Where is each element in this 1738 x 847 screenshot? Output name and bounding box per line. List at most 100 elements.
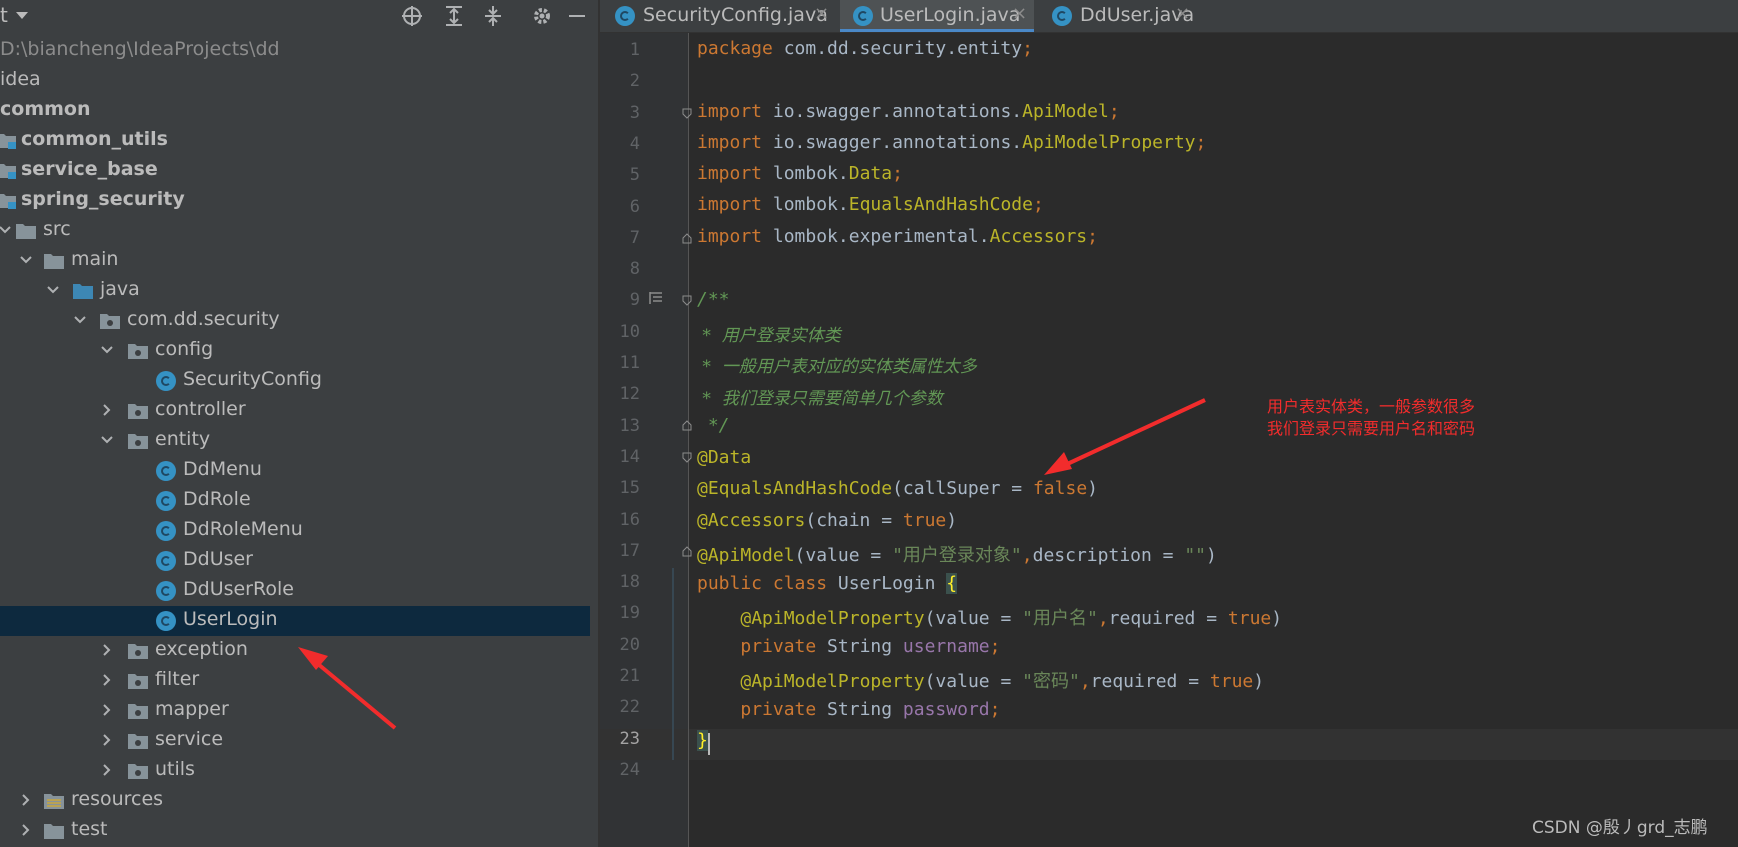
tree-item-common[interactable]: common xyxy=(0,96,598,126)
editor-gutter[interactable] xyxy=(600,33,688,847)
locate-icon[interactable] xyxy=(400,4,424,28)
code-editor[interactable] xyxy=(689,33,1738,847)
tree-item-mapper[interactable]: mapper xyxy=(0,696,598,726)
tree-item-controller[interactable]: controller xyxy=(0,396,598,426)
tree-item-resources[interactable]: resources xyxy=(0,786,598,816)
close-icon[interactable]: × xyxy=(1175,3,1190,24)
chevron-right-icon[interactable] xyxy=(100,703,114,717)
project-panel: t D:\biancheng\IdeaProjects\dd idea common… xyxy=(0,0,598,847)
tree-item-securityconfig[interactable]: SecurityConfig xyxy=(0,366,598,396)
collapse-all-icon[interactable] xyxy=(481,4,505,28)
tree-item-dduserrole[interactable]: DdUserRole xyxy=(0,576,598,606)
code-line-20: private String username; xyxy=(740,636,1001,657)
line-number: 4 xyxy=(629,133,640,154)
fold-icon[interactable] xyxy=(682,452,692,463)
tree-item-spring-security[interactable]: spring_security xyxy=(0,186,598,216)
tree-item-label: DdRoleMenu xyxy=(183,518,303,540)
view-dropdown-icon[interactable] xyxy=(16,12,28,19)
code-line-10: * 用户登录实体类 xyxy=(697,326,841,346)
tree-item-label: exception xyxy=(155,638,248,660)
package-icon xyxy=(128,434,148,449)
tree-item-label: test xyxy=(71,818,108,840)
gear-icon[interactable] xyxy=(530,4,554,28)
chevron-right-icon[interactable] xyxy=(19,793,33,807)
code-line-4: import io.swagger.annotations.ApiModelPr… xyxy=(697,132,1207,153)
tree-item-label: idea xyxy=(0,68,41,90)
tree-item-label: main xyxy=(71,248,119,270)
chevron-down-icon[interactable] xyxy=(46,283,60,297)
line-number: 2 xyxy=(629,71,640,92)
tree-item-exception[interactable]: exception xyxy=(0,636,598,666)
tab-userlogin[interactable]: UserLogin.java × xyxy=(840,0,1034,32)
fold-icon[interactable] xyxy=(682,546,692,557)
tree-item-label: common_utils xyxy=(21,128,168,150)
line-number: 24 xyxy=(619,759,640,780)
annotation-note-line-1: 用户表实体类，一般参数很多 xyxy=(1267,397,1476,416)
chevron-right-icon[interactable] xyxy=(100,643,114,657)
tree-item-test[interactable]: test xyxy=(0,816,598,846)
tree-item-common-utils[interactable]: common_utils xyxy=(0,126,598,156)
chevron-down-icon[interactable] xyxy=(100,343,114,357)
fold-icon[interactable] xyxy=(682,420,692,431)
tree-item-label: service_base xyxy=(21,158,158,180)
tree-item-com-dd-security[interactable]: com.dd.security xyxy=(0,306,598,336)
chevron-down-icon[interactable] xyxy=(0,223,12,237)
expand-all-icon[interactable] xyxy=(442,4,466,28)
fold-icon[interactable] xyxy=(682,295,692,306)
code-line-19: @ApiModelProperty(value = "用户名",required… xyxy=(740,608,1283,629)
tree-item-src[interactable]: src xyxy=(0,216,598,246)
tree-item-service-base[interactable]: service_base xyxy=(0,156,598,186)
chevron-down-icon[interactable] xyxy=(100,433,114,447)
tree-item-service[interactable]: service xyxy=(0,726,598,756)
module-folder-icon xyxy=(0,194,16,209)
chevron-right-icon[interactable] xyxy=(100,733,114,747)
chevron-down-icon[interactable] xyxy=(73,313,87,327)
chevron-down-icon[interactable] xyxy=(19,253,33,267)
tree-item-config[interactable]: config xyxy=(0,336,598,366)
line-number: 5 xyxy=(629,165,640,186)
tree-item-d-biancheng-ideaprojects-dd[interactable]: D:\biancheng\IdeaProjects\dd xyxy=(0,36,598,66)
package-icon xyxy=(100,314,120,329)
folder-icon xyxy=(16,224,36,239)
tree-item-main[interactable]: main xyxy=(0,246,598,276)
tree-item-label: DdUser xyxy=(183,548,253,570)
line-number: 15 xyxy=(619,478,640,499)
tree-item-userlogin[interactable]: UserLogin xyxy=(0,606,598,636)
fold-icon[interactable] xyxy=(682,108,692,119)
line-number: 12 xyxy=(619,384,640,405)
tree-item-utils[interactable]: utils xyxy=(0,756,598,786)
watermark: CSDN @殷丿grd_志鹏 xyxy=(1532,818,1708,838)
close-icon[interactable]: × xyxy=(814,3,829,24)
chevron-right-icon[interactable] xyxy=(19,823,33,837)
tree-item-entity[interactable]: entity xyxy=(0,426,598,456)
change-marker xyxy=(672,568,674,760)
folder-icon xyxy=(44,824,64,839)
tab-securityconfig[interactable]: SecurityConfig.java × xyxy=(600,0,837,32)
chevron-right-icon[interactable] xyxy=(100,763,114,777)
close-icon[interactable]: × xyxy=(1012,3,1027,24)
module-folder-icon xyxy=(0,164,16,179)
annotation-note-line-2: 我们登录只需要用户名和密码 xyxy=(1267,419,1476,438)
tree-item-label: resources xyxy=(71,788,164,810)
tree-item-dduser[interactable]: DdUser xyxy=(0,546,598,576)
project-view-title[interactable]: t xyxy=(0,3,8,27)
line-number: 19 xyxy=(619,603,640,624)
tree-item-label: controller xyxy=(155,398,246,420)
code-line-1: package com.dd.security.entity; xyxy=(697,38,1033,59)
current-line-highlight xyxy=(600,729,1738,760)
folder-icon xyxy=(44,254,64,269)
tree-item-filter[interactable]: filter xyxy=(0,666,598,696)
tree-item-java[interactable]: java xyxy=(0,276,598,306)
fold-icon[interactable] xyxy=(682,233,692,244)
tab-dduser[interactable]: DdUser.java × xyxy=(1037,0,1197,32)
tree-item-ddrole[interactable]: DdRole xyxy=(0,486,598,516)
tree-item-label: DdMenu xyxy=(183,458,262,480)
tree-item-ddrolemenu[interactable]: DdRoleMenu xyxy=(0,516,598,546)
doc-render-icon[interactable] xyxy=(648,290,664,306)
chevron-right-icon[interactable] xyxy=(100,673,114,687)
minimize-icon[interactable] xyxy=(565,4,589,28)
tree-item-ddmenu[interactable]: DdMenu xyxy=(0,456,598,486)
tree-item-idea[interactable]: idea xyxy=(0,66,598,96)
class-icon xyxy=(853,6,873,26)
chevron-right-icon[interactable] xyxy=(100,403,114,417)
